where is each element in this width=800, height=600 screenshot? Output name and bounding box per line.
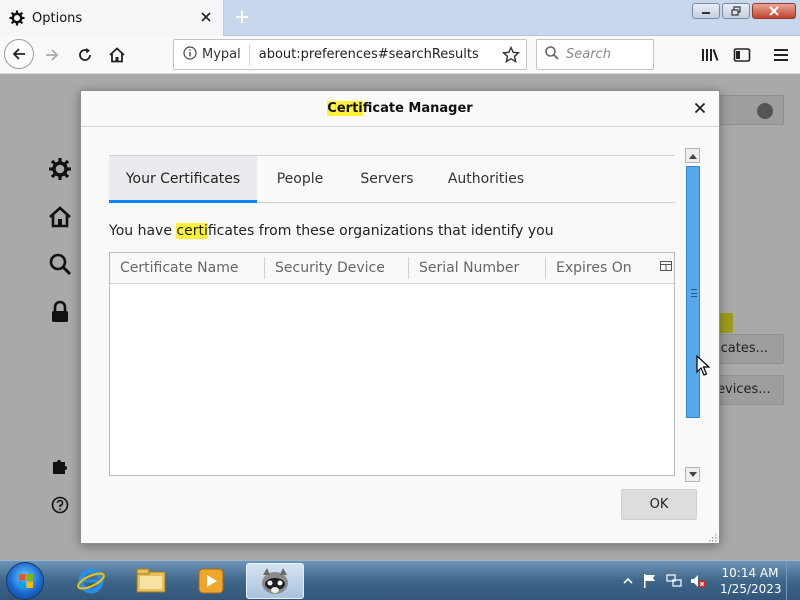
certificates-table[interactable]: Certificate Name Security Device Serial … (109, 252, 675, 476)
gear-icon (9, 10, 25, 26)
ok-button[interactable]: OK (621, 489, 697, 520)
url-bar[interactable]: Mypal about:preferences#searchResults (173, 39, 527, 70)
browser-tab-strip: Options (0, 0, 800, 36)
media-player-icon[interactable] (182, 563, 240, 599)
tab-label: People (276, 171, 324, 187)
tab-authorities[interactable]: Authorities (431, 156, 541, 202)
scroll-up-arrow[interactable] (685, 148, 700, 163)
restore-button[interactable] (722, 3, 750, 19)
windows-taskbar: 10:14 AM 1/25/2023 (0, 560, 800, 600)
resize-grip-icon[interactable] (707, 531, 717, 542)
home-icon[interactable] (48, 205, 72, 229)
certificate-manager-dialog: Certi ficate Manager Your Certificates Pe… (80, 90, 720, 544)
column-serial-number[interactable]: Serial Number (409, 257, 546, 279)
home-button[interactable] (103, 41, 131, 69)
file-explorer-icon[interactable] (122, 563, 180, 599)
view-certificates-button[interactable]: icates... (716, 334, 784, 364)
lock-icon[interactable] (48, 300, 72, 324)
security-devices-button[interactable]: evices... (716, 375, 784, 405)
description-highlight: certi (176, 223, 208, 239)
system-clock[interactable]: 10:14 AM 1/25/2023 (720, 565, 782, 597)
dialog-scrollbar[interactable] (685, 148, 700, 482)
column-certificate-name[interactable]: Certificate Name (110, 257, 265, 279)
view-certificates-label: icates... (717, 341, 768, 356)
sidebar-toggle-icon[interactable] (732, 45, 752, 65)
forward-button[interactable] (38, 41, 66, 69)
title-highlight: Certi (327, 101, 363, 116)
bookmark-star-icon[interactable] (501, 45, 521, 68)
tab-label: Your Certificates (125, 171, 241, 187)
column-expires-on[interactable]: Expires On (546, 257, 646, 279)
column-picker-icon[interactable] (660, 261, 672, 273)
clear-search-icon[interactable] (757, 103, 773, 119)
tab-label: Servers (360, 171, 414, 187)
search-placeholder: Search (566, 47, 611, 62)
start-button[interactable] (6, 562, 44, 600)
minimize-button[interactable] (692, 3, 720, 19)
tab-options[interactable]: Options (0, 0, 224, 36)
action-center-flag-icon[interactable] (642, 573, 658, 589)
tab-servers[interactable]: Servers (343, 156, 431, 202)
hamburger-menu-icon[interactable] (771, 45, 791, 65)
tab-title: Options (32, 10, 83, 26)
search-bar[interactable]: Search (536, 39, 654, 70)
reload-button[interactable] (71, 41, 99, 69)
window-close-button[interactable] (752, 3, 796, 19)
general-gear-icon[interactable] (48, 157, 72, 181)
new-tab-icon[interactable] (231, 6, 253, 28)
window-controls (692, 3, 796, 19)
puzzle-icon[interactable] (48, 454, 72, 478)
tab-people[interactable]: People (257, 156, 343, 202)
identity-label: Mypal (202, 47, 241, 62)
table-header: Certificate Name Security Device Serial … (110, 253, 674, 284)
network-icon[interactable] (666, 573, 682, 589)
magnifier-icon (544, 45, 560, 65)
scroll-thumb[interactable] (686, 166, 700, 418)
show-desktop-button[interactable] (786, 561, 800, 600)
scroll-grip (691, 289, 697, 297)
info-icon (183, 45, 197, 64)
url-text[interactable]: about:preferences#searchResults (259, 47, 479, 62)
clock-time: 10:14 AM (721, 566, 779, 580)
scroll-down-arrow[interactable] (685, 467, 700, 482)
library-icon[interactable] (700, 45, 720, 65)
close-tab-icon[interactable] (199, 10, 213, 24)
certificate-tabs: Your Certificates People Servers Authori… (109, 155, 675, 203)
security-devices-label: evices... (717, 382, 771, 397)
tab-your-certificates[interactable]: Your Certificates (109, 156, 257, 203)
dialog-close-icon[interactable] (693, 101, 707, 115)
clock-date: 1/25/2023 (720, 582, 782, 596)
search-icon[interactable] (48, 252, 72, 276)
mypal-browser-taskbar-button[interactable] (246, 563, 304, 599)
title-rest: ficate Manager (362, 101, 473, 116)
back-button[interactable] (4, 39, 34, 69)
description-text: You have (109, 223, 177, 239)
mouse-cursor-icon (696, 354, 711, 377)
help-icon[interactable] (48, 493, 72, 517)
certificates-description: You have certificates from these organiz… (109, 223, 554, 239)
column-security-device[interactable]: Security Device (265, 257, 409, 279)
site-identity[interactable]: Mypal (174, 44, 250, 65)
internet-explorer-icon[interactable] (62, 563, 120, 599)
show-hidden-icons-chevron-icon[interactable] (620, 573, 636, 589)
tab-label: Authorities (447, 171, 525, 187)
navigation-toolbar: Mypal about:preferences#searchResults Se… (0, 36, 800, 74)
description-text-rest: ficates from these organizations that id… (207, 223, 554, 239)
dialog-title: Certi ficate Manager (81, 91, 719, 127)
volume-muted-icon[interactable] (690, 573, 706, 589)
preferences-search-field[interactable] (716, 95, 784, 125)
